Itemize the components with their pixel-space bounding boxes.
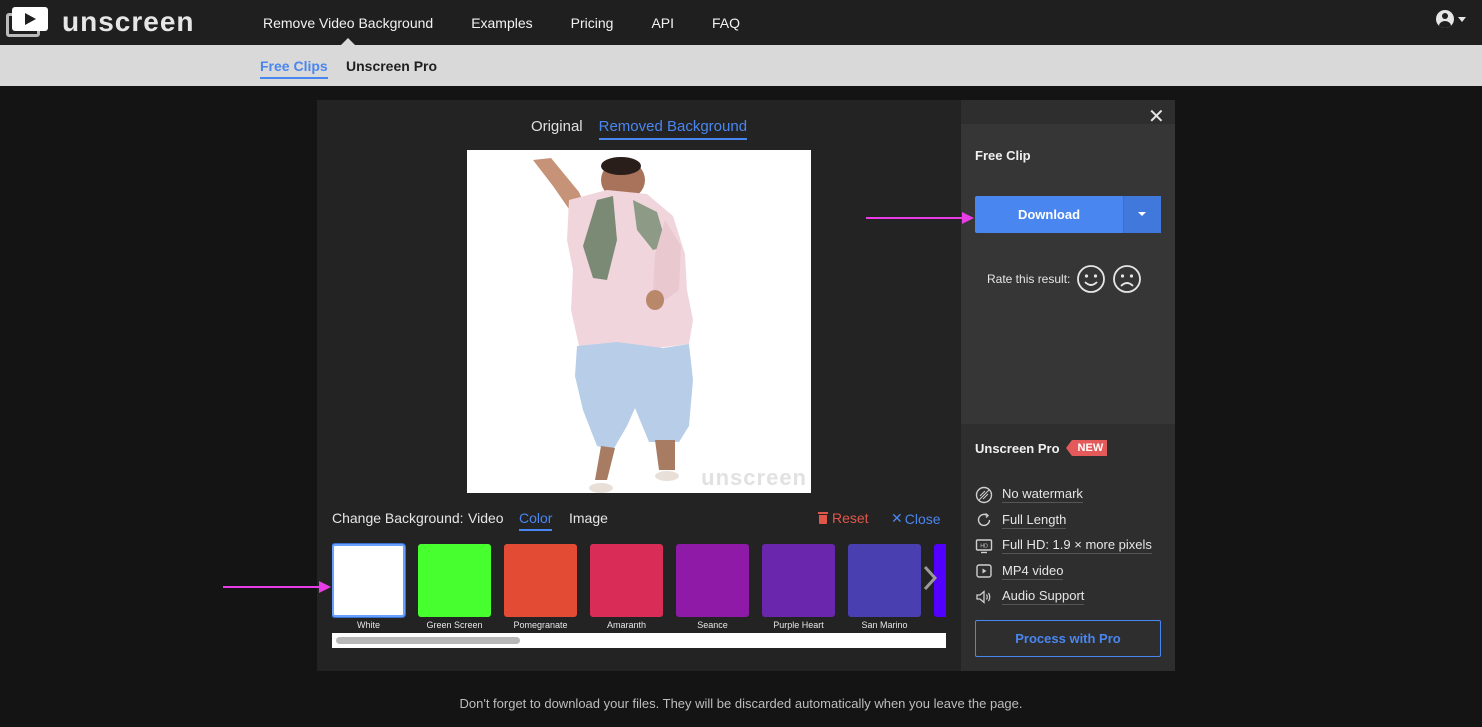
nav-examples[interactable]: Examples [471, 15, 532, 31]
new-badge: NEW [1065, 440, 1108, 456]
feature-text: Full Length [1002, 511, 1067, 529]
user-menu[interactable] [1436, 10, 1466, 28]
mp4-icon [976, 564, 992, 578]
nav-pricing[interactable]: Pricing [571, 15, 614, 31]
dancing-person-image [533, 157, 693, 493]
video-preview[interactable]: unscreen [467, 150, 811, 493]
swatch-chip [418, 544, 491, 617]
logo-text: unscreen [62, 6, 195, 37]
color-swatch[interactable]: San Marino [848, 544, 921, 632]
hd-icon: HD [975, 539, 993, 553]
feature-text: Audio Support [1002, 588, 1085, 606]
nav-faq[interactable]: FAQ [712, 15, 740, 31]
close-icon: ✕ [891, 510, 903, 526]
smiley-icon[interactable] [1076, 264, 1106, 294]
feature-text: Full HD: 1.9 × more pixels [1002, 537, 1152, 555]
free-clip-title: Free Clip [975, 148, 1031, 163]
process-with-pro-button[interactable]: Process with Pro [975, 620, 1161, 657]
download-button[interactable]: Download [975, 196, 1124, 233]
tab-removed-background[interactable]: Removed Background [598, 118, 748, 140]
swatch-chip [762, 544, 835, 617]
swatch-chip [848, 544, 921, 617]
user-icon [1436, 10, 1454, 28]
change-background-row: Change Background: Video Color Image Res… [332, 508, 946, 531]
unscreen-logo[interactable]: unscreen [6, 6, 195, 38]
swatch-scrollbar[interactable] [332, 633, 946, 648]
unscreen-pro-title: Unscreen Pro NEW [975, 440, 1108, 456]
list-item: No watermark [975, 482, 1165, 508]
audio-icon [976, 589, 991, 604]
swatch-label: Purple Heart [773, 620, 824, 630]
frown-icon[interactable] [1112, 264, 1142, 294]
editor-panel: Original Removed Background unscreen Cha… [317, 100, 961, 671]
color-swatch[interactable]: Seance [676, 544, 749, 632]
download-side-panel: ✕ Free Clip Download Rate this result: U… [961, 100, 1175, 671]
free-clip-section: Free Clip Download Rate this result: [961, 124, 1175, 424]
change-background-label: Change Background: [332, 510, 464, 526]
color-swatches: White Green Screen Pomegranate Amaranth Sean… [332, 543, 946, 633]
pro-title-text: Unscreen Pro [975, 440, 1060, 456]
tab-free-clips[interactable]: Free Clips [260, 58, 328, 79]
main-nav: Remove Video Background Examples Pricing… [263, 0, 740, 45]
list-item: Audio Support [975, 584, 1165, 610]
annotation-arrow-icon [866, 212, 974, 224]
rate-result: Rate this result: [987, 264, 1142, 294]
pro-feature-list: No watermark Full Length HD Full HD: 1.9… [975, 482, 1165, 610]
logo-icon [6, 7, 48, 37]
full-length-icon [977, 513, 991, 527]
sub-navbar: Free Clips Unscreen Pro [0, 45, 1482, 86]
color-swatch[interactable]: Green Screen [418, 544, 491, 632]
download-options-dropdown[interactable] [1124, 196, 1161, 233]
bg-tab-color[interactable]: Color [519, 510, 553, 531]
swatch-chip [676, 544, 749, 617]
color-swatch[interactable]: Amaranth [590, 544, 663, 632]
watermark-text: unscreen [701, 465, 807, 490]
chevron-down-icon [1458, 16, 1466, 22]
swatch-label: Pomegranate [513, 620, 568, 630]
feature-text: MP4 video [1002, 562, 1064, 580]
swatch-label: Amaranth [606, 620, 647, 630]
download-button-group: Download [975, 196, 1161, 233]
close-button[interactable]: ✕ Close [891, 510, 941, 527]
swatch-label: Seance [697, 620, 728, 630]
color-swatch[interactable]: White [332, 544, 405, 632]
no-watermark-icon [975, 486, 993, 503]
color-swatch[interactable]: Purple Heart [762, 544, 835, 632]
bg-tab-image[interactable]: Image [569, 510, 608, 529]
rate-label: Rate this result: [987, 272, 1071, 286]
reset-button[interactable]: Reset [818, 510, 869, 526]
swatch-chip [504, 544, 577, 617]
svg-text:HD: HD [980, 543, 988, 549]
trash-icon [818, 512, 828, 524]
scrollbar-thumb[interactable] [336, 637, 520, 644]
footer-notice: Don't forget to download your files. The… [459, 696, 1023, 711]
close-label: Close [904, 510, 941, 527]
nav-api[interactable]: API [651, 15, 674, 31]
swatch-label: White [356, 620, 380, 630]
swatch-label: San Marino [861, 620, 908, 630]
list-item: HD Full HD: 1.9 × more pixels [975, 533, 1165, 559]
feature-text: No watermark [1002, 486, 1083, 504]
reset-label: Reset [832, 510, 869, 526]
top-navbar: unscreen Remove Video Background Example… [0, 0, 1482, 46]
swatch-chip [332, 544, 405, 617]
nav-remove-video-background[interactable]: Remove Video Background [263, 15, 433, 31]
swatch-label: Green Screen [426, 620, 483, 630]
swatch-chip [590, 544, 663, 617]
chevron-right-icon[interactable] [922, 563, 938, 593]
annotation-arrow-icon [223, 581, 331, 593]
view-tabs: Original Removed Background [317, 118, 961, 140]
list-item: Full Length [975, 508, 1165, 534]
tab-unscreen-pro[interactable]: Unscreen Pro [346, 58, 437, 74]
bg-tab-video[interactable]: Video [468, 510, 504, 529]
color-swatch[interactable]: Pomegranate [504, 544, 577, 632]
list-item: MP4 video [975, 559, 1165, 585]
tab-original[interactable]: Original [531, 118, 583, 140]
